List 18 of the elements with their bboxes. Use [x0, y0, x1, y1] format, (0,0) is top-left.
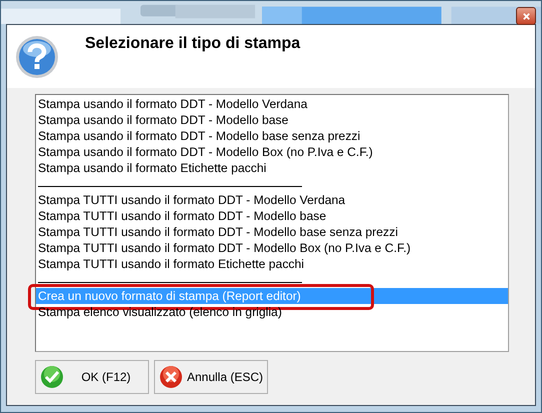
list-item[interactable]: Stampa TUTTI usando il formato DDT - Modello base	[36, 208, 508, 224]
close-button[interactable]	[516, 7, 536, 25]
list-item[interactable]: Stampa TUTTI usando il formato DDT - Modello Verdana	[36, 192, 508, 208]
list-item[interactable]: Stampa usando il formato DDT - Modello Verdana	[36, 96, 508, 112]
list-item[interactable]: Stampa TUTTI usando il formato Etichette pacchi	[36, 256, 508, 272]
ok-button[interactable]: OK (F12)	[35, 360, 149, 394]
close-icon	[522, 12, 530, 20]
list-item[interactable]: Stampa usando il formato DDT - Modello base	[36, 112, 508, 128]
list-item[interactable]: Stampa usando il formato DDT - Modello base senza prezzi	[36, 128, 508, 144]
list-item[interactable]: Stampa usando il formato DDT - Modello Box (no P.Iva e C.F.)	[36, 144, 508, 160]
check-icon	[40, 365, 64, 389]
list-item[interactable]: Stampa TUTTI usando il formato DDT - Modello base senza prezzi	[36, 224, 508, 240]
dialog-title: Selezionare il tipo di stampa	[85, 35, 300, 53]
list-item[interactable]: Stampa TUTTI usando il formato DDT - Modello Box (no P.Iva e C.F.)	[36, 240, 508, 256]
list-item[interactable]: Stampa usando il formato Etichette pacchi	[36, 160, 508, 176]
cancel-icon	[159, 365, 183, 389]
question-icon	[15, 35, 59, 79]
cancel-button[interactable]: Annulla (ESC)	[154, 360, 268, 394]
